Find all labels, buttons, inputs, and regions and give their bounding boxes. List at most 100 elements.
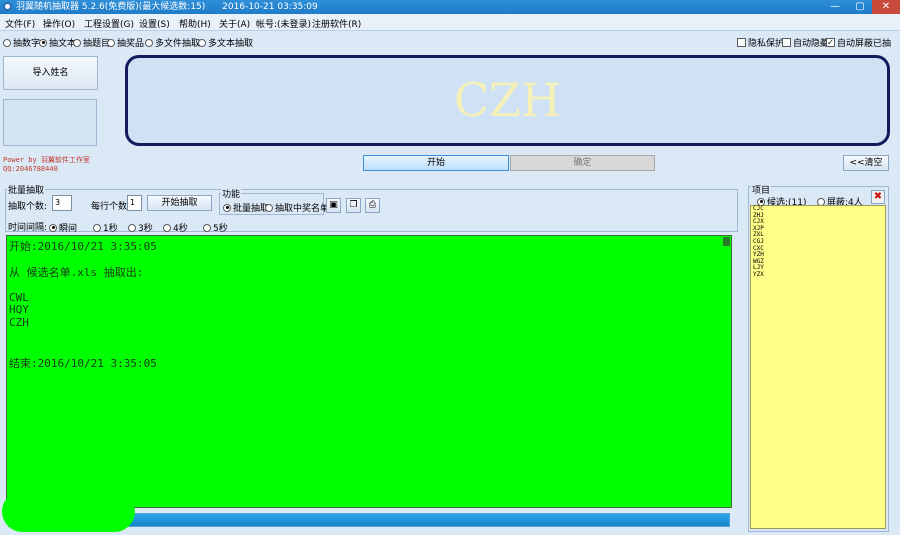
- log-scrollbar[interactable]: [723, 237, 730, 246]
- checkbox-indicator: [782, 38, 791, 47]
- overlay-blob: [2, 491, 135, 532]
- interval-4s-label: 4秒: [173, 224, 188, 234]
- delete-icon[interactable]: ✖: [871, 190, 885, 204]
- minimize-button[interactable]: —: [822, 0, 848, 14]
- list-item[interactable]: CJX: [751, 219, 885, 226]
- radio-indicator-selected: [39, 38, 47, 47]
- function-winners[interactable]: 抽取中奖名单: [265, 201, 329, 214]
- mode-text-label: 抽文本: [49, 39, 77, 49]
- list-item[interactable]: YZX: [751, 271, 885, 279]
- window-title-text: 羽翼随机抽取器 5.2.6(免费版)(最大候选数:15): [16, 2, 206, 12]
- count-label: 抽取个数:: [8, 202, 48, 212]
- qq-text: QQ:2046788440: [3, 165, 58, 173]
- confirm-button[interactable]: 确定: [510, 155, 655, 171]
- import-names-button[interactable]: 导入姓名: [3, 56, 98, 90]
- maximize-button[interactable]: ▢: [848, 0, 872, 14]
- list-item[interactable]: XJP: [751, 225, 885, 233]
- function-batch-label: 批量抽取: [233, 204, 270, 214]
- list-item[interactable]: YZH: [751, 252, 885, 259]
- close-button[interactable]: ✕: [872, 0, 900, 14]
- function-winners-label: 抽取中奖名单: [275, 204, 330, 214]
- mode-multi-text-label: 多文本抽取: [208, 39, 254, 49]
- interval-1s-label: 1秒: [103, 224, 118, 234]
- auto-hide-checkbox[interactable]: 自动隐藏: [782, 36, 829, 49]
- mode-multi-text[interactable]: 多文本抽取: [198, 36, 253, 49]
- mode-question-label: 抽题目: [83, 39, 111, 49]
- window-timestamp: 2016-10-21 03:35:09: [222, 2, 318, 12]
- menu-account[interactable]: 帐号:(未登录): [256, 17, 311, 30]
- list-item[interactable]: CJC: [751, 205, 885, 213]
- interval-instant-label: 瞬间: [59, 224, 78, 234]
- mode-prize-label: 抽奖品: [117, 39, 145, 49]
- mode-number[interactable]: 抽数字: [3, 36, 40, 49]
- auto-hide-label: 自动隐藏: [793, 39, 830, 49]
- radio-indicator: [198, 38, 206, 47]
- radio-indicator-selected: [49, 223, 57, 232]
- privacy-checkbox[interactable]: 隐私保护: [737, 36, 784, 49]
- checkbox-checked-icon: ✓: [826, 38, 835, 47]
- radio-indicator: [265, 203, 273, 212]
- print-icon[interactable]: ⎙: [365, 198, 380, 213]
- function-group-title: 功能: [221, 187, 242, 200]
- interval-4s[interactable]: 4秒: [163, 221, 188, 234]
- mode-text[interactable]: 抽文本: [39, 36, 76, 49]
- interval-5s[interactable]: 5秒: [203, 221, 228, 234]
- start-button[interactable]: 开始: [363, 155, 509, 171]
- per-row-label: 每行个数:: [91, 202, 131, 212]
- menu-bar: 文件(F) 操作(O) 工程设置(G) 设置(S) 帮助(H) 关于(A) 帐号…: [0, 14, 900, 31]
- list-item[interactable]: WGZ: [751, 258, 885, 266]
- log-name: CZH: [9, 316, 29, 329]
- per-row-input[interactable]: 1: [127, 195, 142, 211]
- save-icon[interactable]: ▣: [326, 198, 341, 213]
- radio-indicator: [128, 223, 136, 232]
- candidate-list[interactable]: CJC ZHJ CJX XJP ZXL CGJ CXC YZH WGZ LJY …: [750, 205, 886, 529]
- radio-indicator: [203, 223, 211, 232]
- list-item[interactable]: CGJ: [751, 238, 885, 246]
- radio-indicator: [93, 223, 101, 232]
- copy-icon[interactable]: ❐: [346, 198, 361, 213]
- result-log[interactable]: 开始:2016/10/21 3:35:05 从 候选名单.xls 抽取出: CW…: [6, 235, 732, 508]
- log-end-line: 结束:2016/10/21 3:35:05: [9, 357, 157, 370]
- mode-multi-file-label: 多文件抽取: [155, 39, 201, 49]
- result-name: CZH: [453, 73, 562, 127]
- log-start-line: 开始:2016/10/21 3:35:05: [9, 240, 157, 253]
- auto-block-checkbox[interactable]: ✓ 自动屏蔽已抽: [826, 36, 891, 49]
- menu-about[interactable]: 关于(A): [219, 17, 250, 30]
- interval-3s-label: 3秒: [138, 224, 153, 234]
- batch-start-button[interactable]: 开始抽取: [147, 195, 212, 211]
- mode-multi-file[interactable]: 多文件抽取: [145, 36, 200, 49]
- radio-indicator: [3, 38, 11, 47]
- interval-1s[interactable]: 1秒: [93, 221, 118, 234]
- list-item[interactable]: ZHJ: [751, 212, 885, 220]
- radio-indicator: [163, 223, 171, 232]
- menu-help[interactable]: 帮助(H): [179, 17, 211, 30]
- interval-5s-label: 5秒: [213, 224, 228, 234]
- app-icon: [3, 2, 12, 11]
- radio-indicator-selected: [223, 203, 231, 212]
- log-source-line: 从 候选名单.xls 抽取出:: [9, 266, 144, 279]
- clear-button[interactable]: <<清空: [843, 155, 889, 171]
- radio-indicator: [145, 38, 153, 47]
- radio-indicator: [107, 38, 115, 47]
- interval-instant[interactable]: 瞬间: [49, 221, 77, 234]
- interval-3s[interactable]: 3秒: [128, 221, 153, 234]
- list-item[interactable]: LJY: [751, 265, 885, 272]
- count-input[interactable]: 3: [52, 195, 72, 211]
- menu-project-settings[interactable]: 工程设置(G): [84, 17, 134, 30]
- mode-prize[interactable]: 抽奖品: [107, 36, 144, 49]
- menu-settings[interactable]: 设置(S): [139, 17, 170, 30]
- menu-file[interactable]: 文件(F): [5, 17, 35, 30]
- interval-label: 时间间隔:: [8, 223, 48, 233]
- title-bar: 羽翼随机抽取器 5.2.6(免费版)(最大候选数:15) 2016-10-21 …: [0, 0, 900, 14]
- log-name: HQY: [9, 303, 29, 316]
- menu-operation[interactable]: 操作(O): [43, 17, 75, 30]
- mode-question[interactable]: 抽题目: [73, 36, 110, 49]
- auto-block-label: 自动屏蔽已抽: [837, 39, 892, 49]
- preview-box: [3, 99, 97, 146]
- list-item[interactable]: ZXL: [751, 232, 885, 239]
- function-batch[interactable]: 批量抽取: [223, 201, 269, 214]
- window-title: 羽翼随机抽取器 5.2.6(免费版)(最大候选数:15) 2016-10-21 …: [16, 1, 318, 13]
- menu-register[interactable]: 注册软件(R): [312, 17, 361, 30]
- mode-selector: 抽数字 抽文本 抽题目 抽奖品 多文件抽取 多文本抽取 隐私保护 自动隐藏 ✓ …: [0, 32, 900, 50]
- list-item[interactable]: CXC: [751, 245, 885, 253]
